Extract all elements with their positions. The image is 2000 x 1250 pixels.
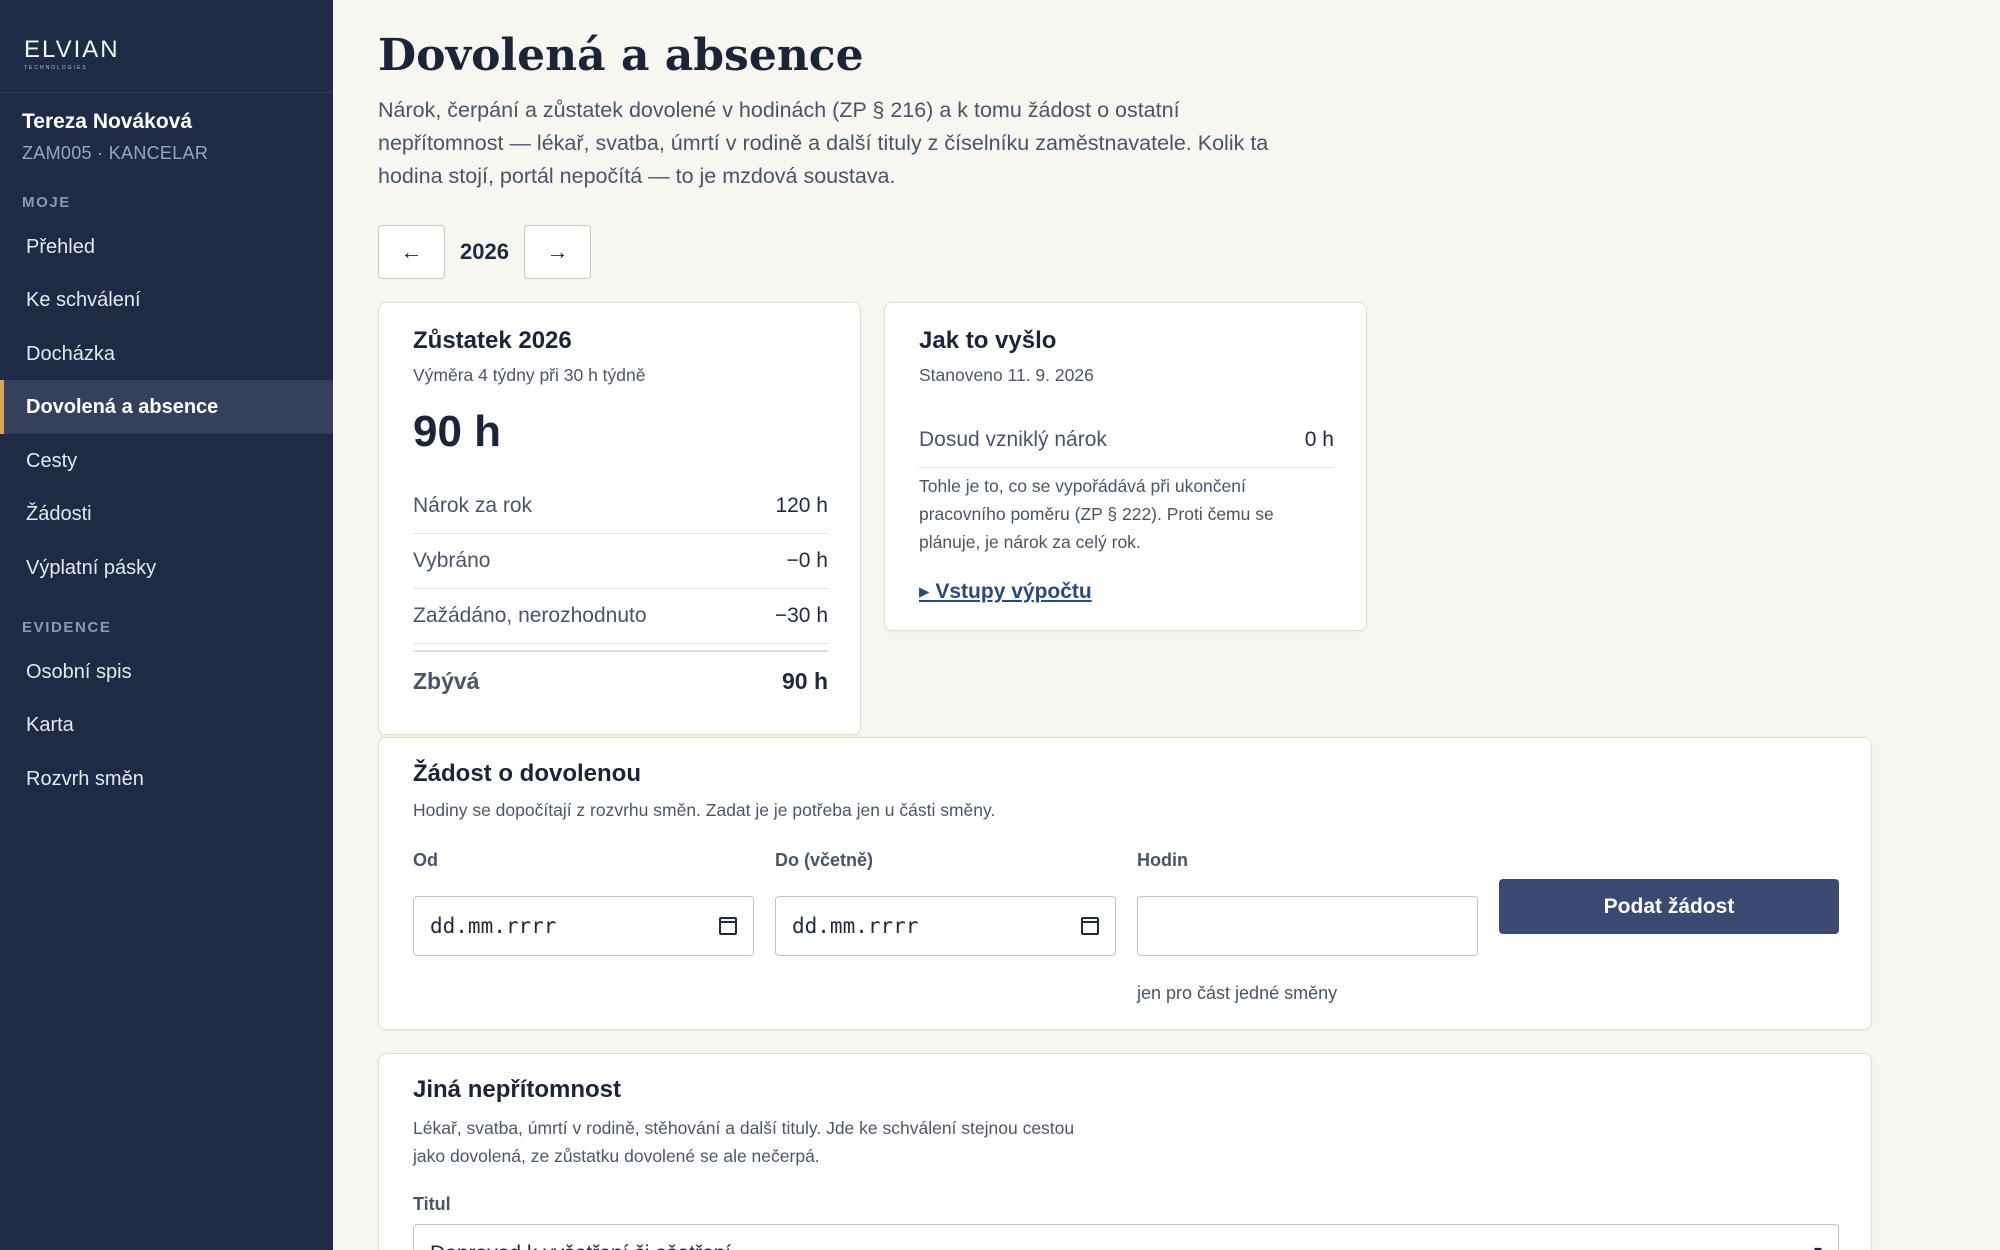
leave-request-title: Žádost o dovolenou	[413, 760, 641, 787]
calendar-icon[interactable]	[1081, 917, 1099, 935]
result-card: Jak to vyšlo Stanoveno 11. 9. 2026 Dosud…	[884, 302, 1367, 631]
balance-total-row: Zbývá 90 h	[413, 668, 828, 695]
balance-row: Nárok za rok 120 h	[413, 479, 828, 534]
absence-type-label: Titul	[413, 1194, 451, 1214]
sidebar-item-payslips[interactable]: Výplatní pásky	[0, 541, 333, 595]
other-absence-title: Jiná nepřítomnost	[413, 1076, 622, 1103]
total-divider	[413, 650, 828, 652]
next-year-button[interactable]: →	[524, 225, 591, 279]
balance-row: Zažádáno, nerozhodnuto −30 h	[413, 589, 828, 644]
arrow-right-icon: →	[546, 239, 569, 264]
accrued-entitlement-row: Dosud vzniklý nárok 0 h	[919, 413, 1334, 468]
to-date-value: dd.mm.rrrr	[792, 914, 919, 938]
page-title: Dovolená a absence	[378, 30, 864, 81]
from-date-input[interactable]: dd.mm.rrrr	[413, 896, 754, 956]
year-navigation: ← 2026 →	[378, 225, 591, 279]
sidebar-item-card[interactable]: Karta	[0, 698, 333, 752]
to-date-input[interactable]: dd.mm.rrrr	[775, 896, 1116, 956]
balance-row-value: −0 h	[786, 549, 828, 572]
balance-row-label: Zažádáno, nerozhodnuto	[413, 604, 647, 627]
user-name: Tereza Nováková	[22, 110, 193, 133]
sidebar-item-attendance[interactable]: Docházka	[0, 327, 333, 381]
logo-text: ELVIAN	[24, 36, 120, 63]
page-description: Nárok, čerpání a zůstatek dovolené v hod…	[378, 98, 1269, 188]
leave-request-card: Žádost o dovolenou Hodiny se dopočítají …	[378, 737, 1872, 1030]
hours-label: Hodin	[1137, 850, 1188, 870]
to-date-label: Do (včetně)	[775, 850, 874, 870]
submit-request-button[interactable]: Podat žádost	[1499, 879, 1839, 934]
hours-hint: jen pro část jedné směny	[1137, 983, 1338, 1003]
accrued-entitlement-value: 0 h	[1304, 428, 1334, 451]
logo-subtext: TECHNOLOGIES	[24, 65, 88, 71]
balance-row-value: −30 h	[774, 604, 828, 627]
balance-total-value: 90 h	[781, 668, 828, 694]
sidebar-divider	[0, 92, 333, 93]
balance-row-label: Vybráno	[413, 549, 491, 572]
balance-card-title: Zůstatek 2026	[413, 327, 572, 354]
result-note: Tohle je to, co se vypořádává při ukonče…	[919, 476, 1274, 552]
balance-row: Vybráno −0 h	[413, 534, 828, 589]
balance-card-subtitle: Výměra 4 týdny při 30 h týdně	[413, 365, 646, 385]
user-meta: ZAM005 · KANCELAR	[22, 143, 209, 163]
sidebar-item-approvals[interactable]: Ke schválení	[0, 273, 333, 327]
hours-input[interactable]	[1137, 896, 1478, 956]
sidebar-section-mine: MOJE	[22, 194, 71, 211]
sidebar-item-requests[interactable]: Žádosti	[0, 487, 333, 541]
balance-big-value: 90 h	[413, 407, 502, 456]
result-card-title: Jak to vyšlo	[919, 327, 1057, 354]
balance-row-value: 120 h	[775, 494, 828, 517]
sidebar-item-trips[interactable]: Cesty	[0, 434, 333, 488]
sidebar-item-shift-schedule[interactable]: Rozvrh směn	[0, 752, 333, 806]
calculation-inputs-link[interactable]: ▸ Vstupy výpočtu	[919, 579, 1092, 604]
chevron-down-icon: ▾	[1814, 1241, 1822, 1250]
from-date-label: Od	[413, 850, 438, 870]
prev-year-button[interactable]: ←	[378, 225, 445, 279]
calendar-icon[interactable]	[719, 917, 737, 935]
brand-logo[interactable]: ELVIAN TECHNOLOGIES	[24, 36, 120, 71]
sidebar-section-records: EVIDENCE	[22, 619, 112, 636]
leave-request-subtitle: Hodiny se dopočítají z rozvrhu směn. Zad…	[413, 800, 996, 820]
arrow-left-icon: ←	[400, 239, 423, 264]
other-absence-card: Jiná nepřítomnost Lékař, svatba, úmrtí v…	[378, 1053, 1872, 1250]
sidebar-item-personal-file[interactable]: Osobní spis	[0, 645, 333, 699]
other-absence-subtitle: Lékař, svatba, úmrtí v rodině, stěhování…	[413, 1118, 1075, 1166]
from-date-value: dd.mm.rrrr	[430, 914, 557, 938]
sidebar-item-overview[interactable]: Přehled	[0, 220, 333, 274]
balance-total-label: Zbývá	[413, 668, 480, 694]
result-card-subtitle: Stanoveno 11. 9. 2026	[919, 365, 1094, 385]
absence-type-select[interactable]: Doprovod k vyšetření či ošetření ▾	[413, 1224, 1839, 1250]
current-year: 2026	[460, 239, 509, 264]
balance-card: Zůstatek 2026 Výměra 4 týdny při 30 h tý…	[378, 302, 861, 735]
accrued-entitlement-label: Dosud vzniklý nárok	[919, 428, 1107, 451]
absence-type-value: Doprovod k vyšetření či ošetření	[430, 1242, 731, 1250]
sidebar: ELVIAN TECHNOLOGIES Tereza Nováková ZAM0…	[0, 0, 333, 1250]
balance-row-label: Nárok za rok	[413, 494, 533, 517]
sidebar-item-leave[interactable]: Dovolená a absence	[0, 380, 333, 434]
